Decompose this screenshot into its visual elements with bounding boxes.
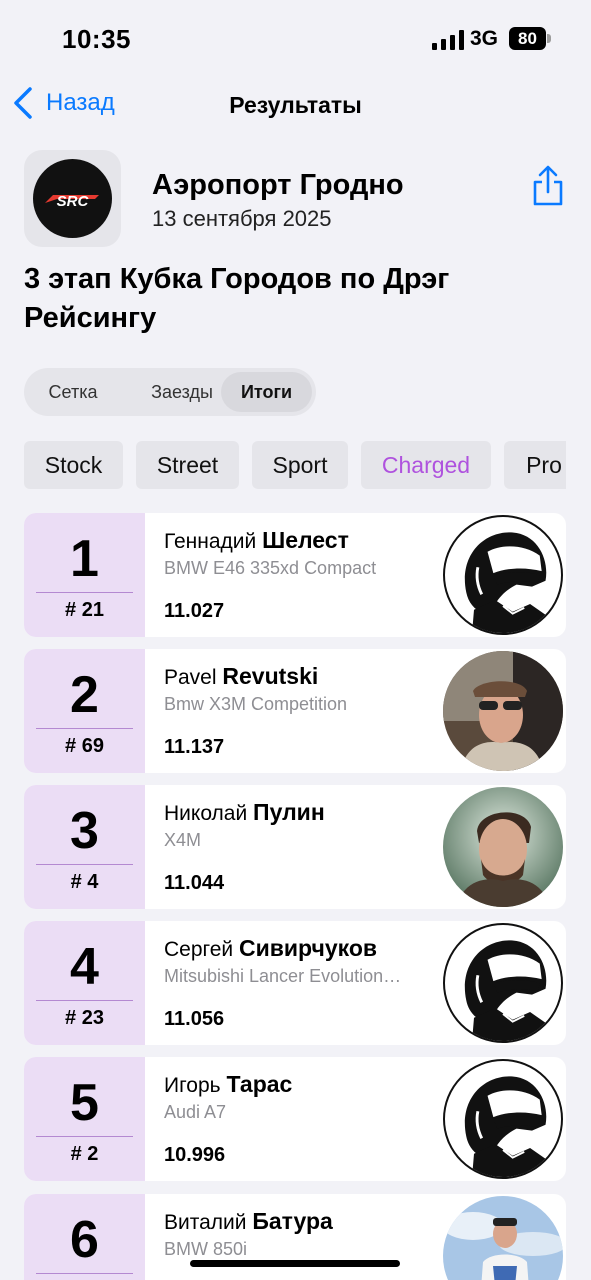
battery-icon: 80 bbox=[509, 27, 551, 50]
racer-number: # 69 bbox=[65, 735, 104, 757]
result-row[interactable]: 1 # 21 Геннадий Шелест BMW E46 335xd Com… bbox=[24, 513, 566, 637]
logo-text: SRC bbox=[57, 193, 90, 210]
event-place: Аэропорт Гродно bbox=[152, 169, 404, 201]
helmet-icon bbox=[445, 1061, 561, 1177]
race-time: 10.996 bbox=[164, 1144, 226, 1166]
last-name: Сивирчуков bbox=[238, 935, 378, 961]
signal-bars-icon bbox=[432, 30, 464, 50]
rank-place: 4 bbox=[70, 938, 99, 996]
chip-street[interactable]: Street bbox=[136, 441, 239, 489]
racer-name: Геннадий Шелест bbox=[164, 527, 349, 554]
race-time: 11.027 bbox=[164, 600, 225, 622]
car-model: Bmw X3M Competition bbox=[164, 694, 348, 714]
rank-place: 5 bbox=[70, 1074, 99, 1132]
last-name: Шелест bbox=[262, 527, 349, 553]
racer-name: Сергей Сивирчуков bbox=[164, 935, 377, 962]
first-name: Виталий bbox=[164, 1211, 247, 1234]
chip-charged[interactable]: Charged bbox=[361, 441, 491, 489]
rank-box: 2 # 69 bbox=[24, 649, 145, 773]
src-logo-icon: SRC bbox=[45, 193, 99, 210]
race-time: 11.044 bbox=[164, 872, 225, 894]
last-name: Тарас bbox=[226, 1071, 293, 1097]
result-row[interactable]: 5 # 2 Игорь Тарас Audi A7 10.996 bbox=[24, 1057, 566, 1181]
car-model: Audi A7 bbox=[164, 1102, 227, 1122]
racer-number: # 4 bbox=[70, 871, 99, 893]
page-title: Результаты bbox=[229, 92, 362, 118]
racer-number: # 2 bbox=[70, 1143, 99, 1165]
event-title: 3 этап Кубка Городов по Дрэг Рейсингу bbox=[24, 263, 450, 334]
rank-place: 6 bbox=[70, 1211, 99, 1269]
result-row[interactable]: 3 # 4 Николай Пулин X4M 11.044 bbox=[24, 785, 566, 909]
rank-place: 1 bbox=[70, 530, 99, 588]
helmet-icon bbox=[445, 517, 561, 633]
racer-name: Виталий Батура bbox=[164, 1208, 333, 1235]
status-time: 10:35 bbox=[62, 24, 131, 54]
race-time: 11.056 bbox=[164, 1008, 225, 1030]
segment-results[interactable]: Итоги bbox=[221, 372, 312, 412]
person-photo-icon bbox=[443, 651, 563, 771]
rank-box: 6 bbox=[24, 1194, 145, 1280]
racer-number: # 21 bbox=[65, 599, 104, 621]
network-type: 3G bbox=[470, 27, 499, 50]
last-name: Пулин bbox=[253, 799, 325, 825]
rank-box: 3 # 4 bbox=[24, 785, 145, 909]
first-name: Геннадий bbox=[164, 530, 257, 553]
car-model: BMW 850i bbox=[164, 1239, 248, 1259]
first-name: Игорь bbox=[164, 1074, 221, 1097]
event-date: 13 сентября 2025 bbox=[152, 206, 332, 231]
rank-place: 3 bbox=[70, 802, 99, 860]
battery-level: 80 bbox=[509, 27, 546, 50]
person-photo-icon bbox=[443, 787, 563, 907]
chip-stock[interactable]: Stock bbox=[24, 441, 123, 489]
first-name: Николай bbox=[164, 802, 248, 825]
avatar bbox=[443, 515, 563, 635]
result-row[interactable]: 2 # 69 Pavel Revutski Bmw X3M Competitio… bbox=[24, 649, 566, 773]
avatar-photo bbox=[443, 787, 563, 907]
result-row[interactable]: 6 Виталий Батура BMW 850i bbox=[24, 1194, 566, 1280]
race-time: 11.137 bbox=[164, 736, 225, 758]
status-bar: 10:35 3G 80 bbox=[0, 0, 591, 80]
result-row[interactable]: 4 # 23 Сергей Сивирчуков Mitsubishi Lanc… bbox=[24, 921, 566, 1045]
first-name: Сергей bbox=[164, 938, 234, 961]
home-indicator bbox=[190, 1260, 400, 1267]
racer-name: Pavel Revutski bbox=[164, 663, 318, 690]
avatar bbox=[443, 923, 563, 1043]
racer-name: Игорь Тарас bbox=[164, 1071, 292, 1098]
chip-pro[interactable]: Pro bbox=[504, 441, 566, 489]
car-model: Mitsubishi Lancer Evolution… bbox=[164, 966, 402, 986]
avatar-photo bbox=[443, 651, 563, 771]
last-name: Батура bbox=[252, 1208, 333, 1234]
rank-box: 5 # 2 bbox=[24, 1057, 145, 1181]
results-view-segmented-control: Сетка Заезды Итоги bbox=[24, 368, 316, 416]
helmet-icon bbox=[445, 925, 561, 1041]
rank-box: 1 # 21 bbox=[24, 513, 145, 637]
racer-number: # 23 bbox=[65, 1007, 104, 1029]
segment-grid[interactable]: Сетка bbox=[28, 372, 118, 412]
rank-box: 4 # 23 bbox=[24, 921, 145, 1045]
rank-place: 2 bbox=[70, 666, 99, 724]
last-name: Revutski bbox=[222, 663, 319, 689]
event-logo: SRC bbox=[24, 150, 121, 247]
category-chips: Stock Street Sport Charged Pro bbox=[24, 441, 566, 489]
chip-sport[interactable]: Sport bbox=[252, 441, 348, 489]
avatar-photo bbox=[443, 1196, 563, 1280]
car-model: BMW E46 335xd Compact bbox=[164, 558, 377, 578]
avatar bbox=[443, 1059, 563, 1179]
nav-bar: Назад Результаты bbox=[0, 82, 591, 130]
person-photo-icon bbox=[443, 1196, 563, 1280]
racer-name: Николай Пулин bbox=[164, 799, 325, 826]
share-icon[interactable] bbox=[530, 165, 566, 207]
car-model: X4M bbox=[164, 830, 202, 850]
first-name: Pavel bbox=[164, 666, 217, 689]
